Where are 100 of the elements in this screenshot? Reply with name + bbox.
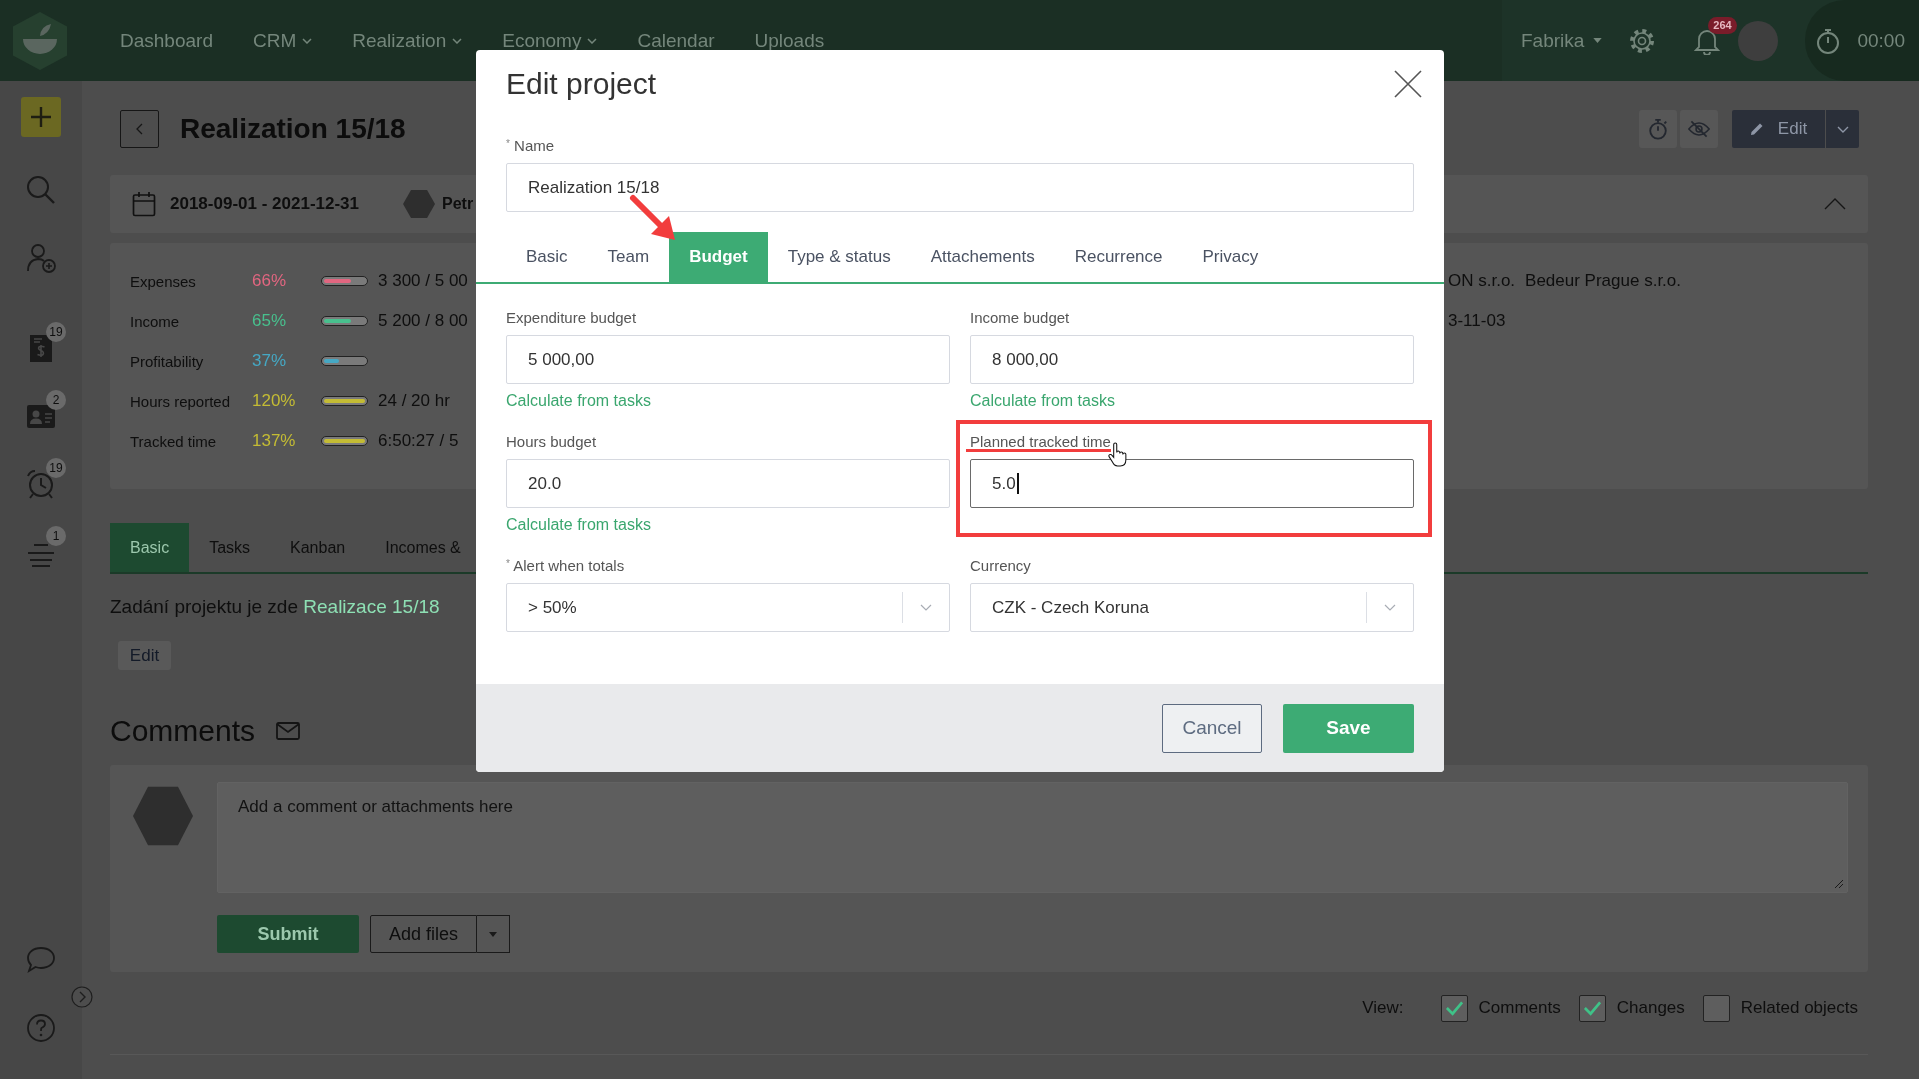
chevron-up-icon[interactable] [1824, 198, 1846, 210]
checkbox[interactable] [1578, 994, 1606, 1022]
tab[interactable]: Basic [110, 523, 190, 572]
calendar-icon [132, 191, 156, 217]
tab[interactable]: Basic [506, 232, 588, 282]
add-files-button[interactable]: Add files [370, 915, 477, 953]
tab[interactable]: Team [587, 232, 670, 282]
page-title: Realization 15/18 [180, 113, 406, 145]
search-icon[interactable] [26, 175, 56, 205]
count-badge: 1 [46, 526, 66, 546]
nav-menu-item[interactable]: Calendar [637, 29, 715, 52]
checkbox-label[interactable]: Changes [1616, 998, 1685, 1018]
calculate-link[interactable]: Calculate from tasks [506, 391, 651, 411]
check-icon [1444, 1000, 1464, 1016]
stat-percent: 65% [252, 311, 287, 331]
edit-button[interactable]: Edit [1732, 110, 1825, 148]
stat-value: 5 200 / 8 00 [378, 311, 468, 331]
resize-grip-icon[interactable] [1834, 879, 1844, 889]
stopwatch-icon[interactable] [1815, 26, 1842, 55]
tab[interactable]: Budget [669, 232, 768, 282]
help-icon[interactable] [26, 1013, 56, 1043]
add-button[interactable] [21, 97, 61, 137]
timer-text: 00:00 [1857, 29, 1905, 52]
select-field[interactable]: > 50% [506, 583, 950, 632]
dialog-title: Edit project [506, 66, 657, 102]
select-field[interactable]: CZK - Czech Koruna [970, 583, 1414, 632]
calculate-link[interactable]: Calculate from tasks [970, 391, 1115, 411]
stat-value: 6:50:27 / 5 [378, 431, 459, 451]
back-button[interactable] [120, 110, 159, 148]
dropdown-button[interactable] [1826, 110, 1859, 148]
project-link[interactable]: Realizace 15/18 [303, 596, 440, 617]
tab[interactable]: Kanban [270, 523, 366, 572]
cancel-button[interactable]: Cancel [1162, 703, 1262, 753]
nav-menu-item[interactable]: CRM [252, 29, 313, 52]
expand-icon[interactable] [71, 986, 93, 1008]
company-dropdown[interactable]: Fabrika [1521, 29, 1603, 52]
chat-icon[interactable] [26, 945, 56, 975]
nav-menu-item[interactable]: Economy [502, 29, 598, 52]
dropdown-button[interactable] [477, 915, 510, 953]
client-name: Bedeur Prague s.r.o. [1525, 271, 1681, 291]
section-title: Comments [110, 713, 256, 749]
edit-button[interactable]: Edit [118, 641, 171, 670]
tab[interactable]: Type & status [767, 232, 911, 282]
stat-value: 3 300 / 5 00 [378, 271, 468, 291]
tab[interactable]: Incomes & [365, 523, 481, 572]
nav-menu-item[interactable]: Uploads [754, 29, 825, 52]
text-field[interactable]: 5.0 [970, 459, 1414, 508]
stat-value: 24 / 20 hr [378, 391, 450, 411]
checkbox[interactable] [1440, 994, 1468, 1022]
checkbox-label[interactable]: Comments [1478, 998, 1561, 1018]
chevron-down-icon [920, 604, 932, 611]
submit-button[interactable]: Submit [217, 915, 359, 953]
text-field[interactable]: 20.0 [506, 459, 950, 508]
stat-percent: 120% [252, 391, 296, 411]
date-text: 3-11-03 [1448, 311, 1506, 331]
hide-button[interactable] [1680, 110, 1718, 148]
eye-slash-icon [1688, 118, 1710, 140]
stat-label: Tracked time [130, 432, 218, 450]
timer-button[interactable] [1639, 110, 1677, 148]
pencil-icon [1749, 122, 1764, 136]
notification-badge: 264 [1708, 16, 1737, 34]
tab[interactable]: Attachements [910, 232, 1055, 282]
stat-label: Profitability [130, 352, 205, 370]
chevron-down-icon [1836, 125, 1849, 133]
tab[interactable]: Recurrence [1054, 232, 1183, 282]
owner-name: Petr [442, 195, 474, 213]
stat-label: Hours reported [130, 392, 232, 410]
field-label: Currency [970, 557, 1031, 574]
plus-icon [29, 105, 53, 129]
field-label: Planned tracked time [970, 433, 1111, 450]
save-button[interactable]: Save [1283, 703, 1414, 753]
text-field[interactable]: 8 000,00 [970, 335, 1414, 384]
nav-menu-item[interactable]: Dashboard [120, 29, 213, 52]
check-icon [1582, 1000, 1602, 1016]
comment-field[interactable]: Add a comment or attachments here [217, 782, 1848, 893]
person-plus-icon[interactable] [26, 243, 56, 273]
date-range: 2018-09-01 - 2021-12-31 [170, 194, 360, 214]
logo-icon[interactable] [10, 10, 70, 71]
field-label: Hours budget [506, 433, 597, 450]
calculate-link[interactable]: Calculate from tasks [506, 515, 651, 535]
close-button[interactable] [1394, 70, 1422, 98]
stopwatch-icon [1647, 118, 1669, 140]
checkbox[interactable] [1702, 994, 1730, 1022]
text-cursor-icon [1016, 473, 1019, 494]
name-field[interactable]: Realization 15/18 [506, 163, 1414, 212]
caret-icon [1593, 38, 1603, 43]
field-label: Income budget [970, 309, 1070, 326]
checkbox-label[interactable]: Related objects [1740, 998, 1858, 1018]
stat-percent: 37% [252, 351, 287, 371]
settings-icon[interactable] [1628, 26, 1657, 55]
envelope-icon[interactable] [276, 722, 301, 740]
stat-label: Income [130, 312, 181, 330]
close-icon [1394, 70, 1422, 98]
field-label: $^{*}$ Name [506, 136, 555, 156]
nav-menu-item[interactable]: Realization [352, 29, 463, 52]
text-field[interactable]: 5 000,00 [506, 335, 950, 384]
count-badge: 2 [46, 390, 66, 410]
count-badge: 19 [46, 458, 66, 478]
tab[interactable]: Tasks [189, 523, 271, 572]
tab[interactable]: Privacy [1182, 232, 1279, 282]
